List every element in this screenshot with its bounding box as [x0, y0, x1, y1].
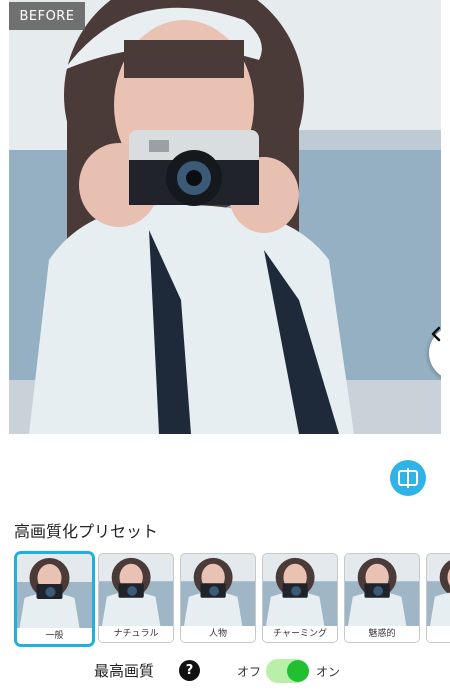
preset-section-title: 高画質化プリセット — [14, 522, 159, 541]
highest-quality-label: 最高画質 — [94, 662, 155, 680]
preset-label: さ — [427, 626, 450, 642]
preset-list: 一般 ナチュラル 人物 チャーミング 魅惑的 — [14, 550, 450, 648]
toggle-on-label: オン — [316, 665, 341, 679]
preset-thumbnail — [99, 554, 173, 626]
preset-thumbnail — [263, 554, 337, 626]
toggle-off-label: オフ — [237, 665, 262, 679]
before-badge: BEFORE — [9, 2, 85, 30]
preset-general[interactable]: 一般 — [14, 551, 95, 647]
toggle-knob — [287, 660, 309, 682]
preset-charming[interactable]: チャーミング — [262, 553, 338, 643]
preset-alluring[interactable]: 魅惑的 — [344, 553, 420, 643]
preset-label: 一般 — [17, 628, 92, 644]
compare-split-icon — [398, 468, 418, 488]
preset-label: 人物 — [181, 626, 255, 642]
preset-thumbnail — [345, 554, 419, 626]
chevron-left-icon — [431, 326, 441, 342]
preset-thumbnail — [427, 554, 450, 626]
question-icon[interactable]: ? — [179, 660, 200, 681]
preset-label: チャーミング — [263, 626, 337, 642]
photo-preview — [9, 0, 441, 434]
preset-label: ナチュラル — [99, 626, 173, 642]
preset-natural[interactable]: ナチュラル — [98, 553, 174, 643]
portrait-photo — [9, 0, 441, 434]
preset-label: 魅惑的 — [345, 626, 419, 642]
preset-portrait[interactable]: 人物 — [180, 553, 256, 643]
preset-thumbnail — [181, 554, 255, 626]
preset-partial[interactable]: さ — [426, 553, 450, 643]
compare-button[interactable] — [390, 460, 426, 496]
preset-thumbnail — [17, 554, 92, 628]
highest-quality-toggle[interactable] — [266, 659, 309, 683]
